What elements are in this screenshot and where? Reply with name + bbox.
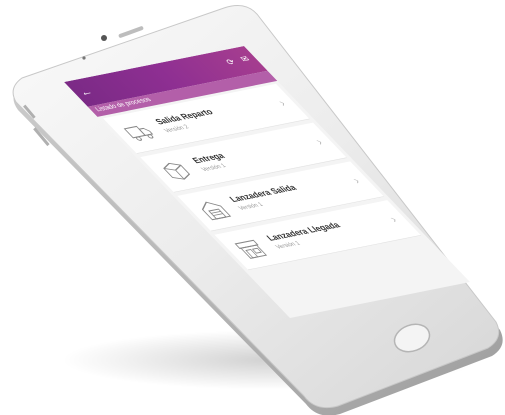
refresh-icon[interactable]: ⟳ xyxy=(222,57,240,68)
camera-dot xyxy=(101,35,107,41)
chevron-right-icon: › xyxy=(274,96,290,109)
chevron-right-icon: › xyxy=(348,174,364,187)
store-icon xyxy=(234,239,268,259)
item-title: Lanzadera Llegada xyxy=(264,220,343,243)
app-bar-actions: ⟳ ✉ xyxy=(222,54,255,68)
phone-scene: ← ⟳ ✉ Listado de procesos Salida Reparto… xyxy=(0,0,505,415)
box-icon xyxy=(163,162,191,180)
mail-icon[interactable]: ✉ xyxy=(236,54,254,65)
item-title: Lanzadera Salida xyxy=(226,182,299,204)
warehouse-icon xyxy=(201,201,232,221)
truck-icon xyxy=(123,125,154,141)
chevron-right-icon: › xyxy=(311,135,327,148)
chevron-right-icon: › xyxy=(386,213,401,226)
